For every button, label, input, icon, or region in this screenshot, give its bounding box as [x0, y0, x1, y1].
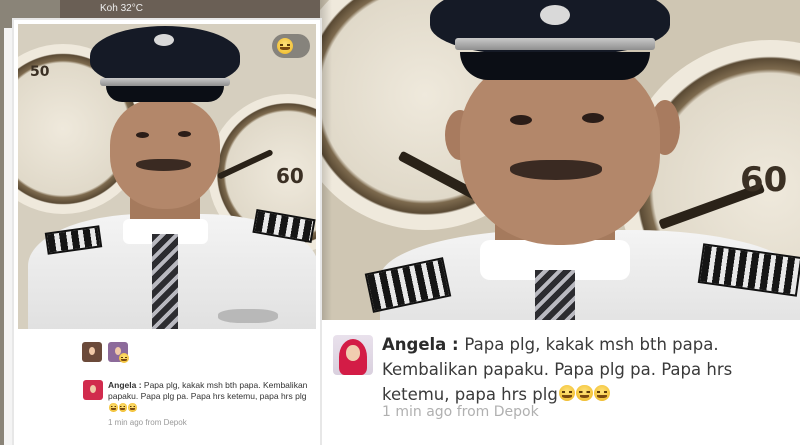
smile-emoji-icon	[277, 38, 293, 54]
pilot-eye-left	[136, 132, 149, 138]
crying-emoji-icon	[128, 403, 137, 412]
crying-emoji-icon	[109, 403, 118, 412]
cap-visor	[460, 52, 650, 80]
commenter-avatar[interactable]	[83, 380, 103, 400]
cap-badge	[540, 5, 570, 25]
crying-emoji-icon	[576, 384, 593, 402]
pilot-mustache	[510, 160, 602, 180]
pilot-eye-right	[178, 131, 191, 137]
crying-emoji-icon	[558, 384, 576, 402]
cap-visor	[106, 86, 224, 102]
comment-author[interactable]: Angela	[382, 335, 446, 354]
pilot-wings-badge	[218, 309, 278, 323]
comment-timestamp: 1 min ago from Depok	[108, 418, 187, 427]
post-comment-text: Angela : Papa plg, kakak msh bth papa. K…	[108, 380, 308, 414]
reaction-avatar[interactable]	[82, 342, 102, 362]
pilot-mustache	[136, 159, 191, 171]
post-photo[interactable]: 60 50	[18, 24, 316, 329]
comment-author[interactable]: Angela	[108, 380, 136, 390]
comment-timestamp: 1 min ago from Depok	[382, 404, 539, 420]
zoomed-comment-text: Angela : Papa plg, kakak msh bth papa. K…	[382, 335, 733, 404]
cap-braid	[100, 78, 230, 86]
cap-braid	[455, 38, 655, 50]
pilot-eye-right	[582, 113, 604, 123]
dial-number: 60	[740, 160, 788, 200]
crying-emoji-icon	[593, 384, 611, 402]
smile-emoji-icon	[119, 353, 129, 363]
like-counter-pill[interactable]	[272, 34, 310, 58]
pilot-face	[460, 55, 660, 245]
dial-number: 60	[276, 164, 304, 188]
status-bar: Koh 32°C	[60, 0, 320, 20]
commenter-avatar-large[interactable]	[333, 335, 373, 375]
zoomed-pilot-photo: 60	[320, 0, 800, 320]
pilot-tie	[535, 270, 575, 320]
dial-number: 50	[30, 64, 50, 80]
crying-emoji-icon	[118, 403, 127, 412]
pilot-eye-left	[510, 115, 532, 125]
pilot-tie	[152, 234, 178, 329]
cap-badge	[154, 34, 174, 46]
pilot-face	[110, 99, 220, 209]
